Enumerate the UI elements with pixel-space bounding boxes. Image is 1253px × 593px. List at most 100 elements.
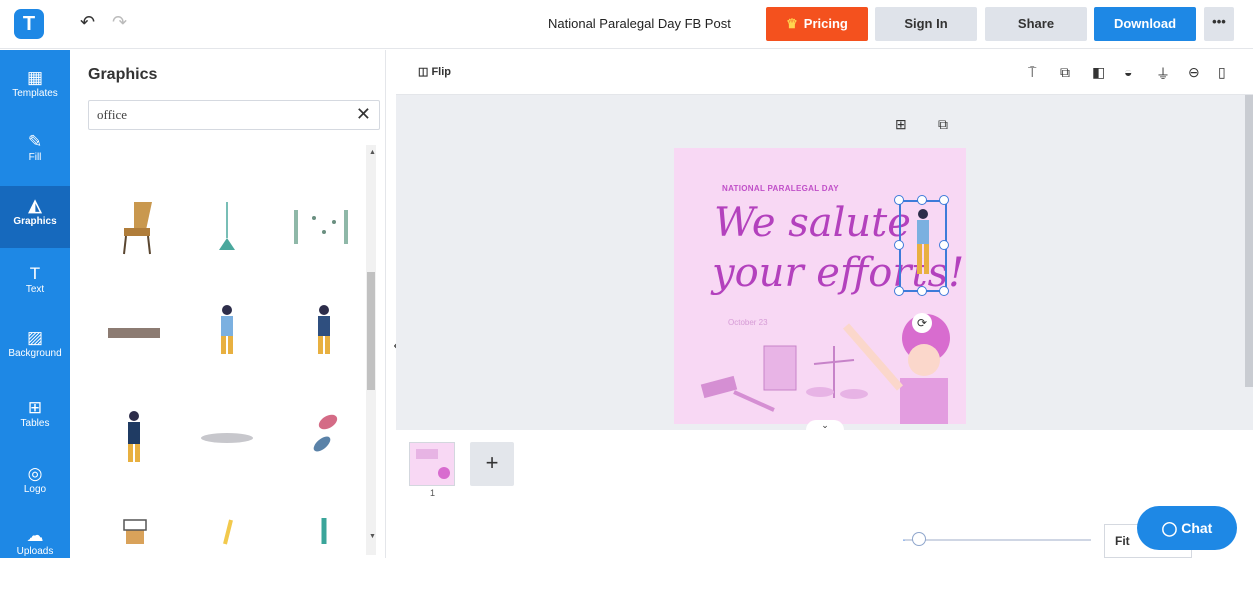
woman-face <box>908 344 940 376</box>
sidebar-item-logo[interactable]: ◎ Logo <box>0 454 70 516</box>
resize-handle-bottom-right[interactable] <box>939 286 949 296</box>
rotate-handle[interactable]: ⟳ <box>912 313 932 333</box>
person-icon <box>221 305 233 354</box>
shelf-icon <box>294 210 348 244</box>
resize-handle-bottom-left[interactable] <box>894 286 904 296</box>
link-icon[interactable]: ⊖ <box>1188 64 1200 81</box>
opacity-icon[interactable]: ◒ <box>1124 64 1132 80</box>
delete-icon[interactable]: ▯ <box>1218 64 1226 81</box>
graphic-wooden-plank[interactable] <box>94 294 174 374</box>
scale-pan-right <box>840 389 868 399</box>
chat-label: Chat <box>1181 520 1213 536</box>
resize-handle-top[interactable] <box>917 195 927 205</box>
chat-button[interactable]: ◯ Chat <box>1137 506 1237 550</box>
woman-shirt <box>900 378 948 424</box>
app-logo[interactable]: T <box>14 9 44 39</box>
graphic-pen[interactable] <box>284 508 364 588</box>
left-sidebar: ▦ Templates ✎ Fill ◭ Graphics T Text ▨ Backgr… <box>0 50 70 558</box>
search-box: ✕ <box>88 100 380 130</box>
graphics-icon: ◭ <box>28 196 42 215</box>
share-button[interactable]: Share <box>985 7 1087 41</box>
templates-icon: ▦ <box>26 68 44 87</box>
text-icon: T <box>29 264 41 283</box>
fit-label: Fit <box>1115 534 1130 548</box>
flip-label: Flip <box>431 66 452 78</box>
leaves-icon <box>313 414 338 452</box>
chat-bubble-icon: ◯ <box>1161 520 1182 536</box>
flip-button[interactable]: ◫ Flip <box>418 65 451 78</box>
thumbnail-preview <box>416 449 450 479</box>
graphic-office-worker-standing[interactable] <box>94 402 174 482</box>
sidebar-item-label: Tables <box>20 418 50 429</box>
binder-clip-icon <box>123 519 147 544</box>
chair-icon <box>123 202 152 255</box>
page-number: 1 <box>430 488 436 498</box>
zoom-slider[interactable] <box>905 539 1091 541</box>
add-page-button[interactable]: + <box>470 442 514 486</box>
sidebar-item-tables[interactable]: ⊞ Tables <box>0 388 70 450</box>
plank-icon <box>108 328 160 338</box>
sidebar-item-label: Templates <box>12 88 58 99</box>
crown-icon: ♛ <box>786 16 798 31</box>
graphic-floor-lamp[interactable] <box>187 188 267 268</box>
sidebar-item-graphics[interactable]: ◭ Graphics <box>0 186 70 248</box>
panel-title: Graphics <box>88 66 158 83</box>
gavel-handle <box>733 390 775 412</box>
more-options-button[interactable]: ••• <box>1204 7 1234 41</box>
lamp-icon <box>219 202 235 250</box>
tables-icon: ⊞ <box>27 398 43 417</box>
graphic-wall-shelf[interactable] <box>284 188 364 268</box>
sidebar-item-label: Fill <box>28 152 42 163</box>
scrollbar-thumb[interactable] <box>367 272 375 390</box>
add-element-icon[interactable]: ⊞ <box>895 116 907 133</box>
graphic-pencil[interactable] <box>187 508 267 588</box>
page-thumbnail[interactable] <box>409 442 455 486</box>
sign-in-button[interactable]: Sign In <box>875 7 977 41</box>
resize-handle-left[interactable] <box>894 240 904 250</box>
graphic-grey-shadow[interactable] <box>187 402 267 482</box>
layers-icon[interactable]: ◧ <box>1092 64 1105 81</box>
graphic-office-worker-holding-file[interactable] <box>284 294 364 374</box>
scroll-up-icon[interactable]: ▲ <box>369 149 376 156</box>
collapse-pages-button[interactable]: ⌄ <box>806 420 844 434</box>
resize-handle-top-left[interactable] <box>894 195 904 205</box>
undo-icon[interactable]: ↶ <box>80 12 95 33</box>
woman-raised-arm <box>842 323 904 391</box>
upload-icon: ☁ <box>26 526 44 545</box>
sidebar-item-label: Graphics <box>13 216 57 227</box>
resize-handle-right[interactable] <box>939 240 949 250</box>
close-icon[interactable]: ✕ <box>356 104 371 125</box>
scale-pan-left <box>806 387 834 397</box>
pencil-icon <box>223 519 233 545</box>
search-input[interactable] <box>89 101 329 129</box>
duplicate-icon[interactable]: ⧉ <box>1060 64 1070 81</box>
graphic-desk-chair[interactable] <box>94 188 174 268</box>
scroll-down-icon[interactable]: ▼ <box>369 533 376 540</box>
resize-handle-bottom[interactable] <box>917 286 927 296</box>
editor-toolbar: ◫ Flip ⍑ ⧉ ◧ ◒ ⏚ ⊖ ▯ <box>396 50 1253 95</box>
graphic-pink-blue-leaves[interactable] <box>284 402 364 482</box>
sidebar-item-templates[interactable]: ▦ Templates <box>0 58 70 120</box>
pricing-button[interactable]: ♛ Pricing <box>766 7 868 41</box>
graphic-office-worker-walking[interactable] <box>187 294 267 374</box>
redo-icon[interactable]: ↷ <box>112 12 127 33</box>
graphic-binder-clip[interactable] <box>94 508 174 588</box>
sidebar-item-uploads[interactable]: ☁ Uploads <box>0 516 70 578</box>
zoom-slider-handle[interactable] <box>912 532 926 546</box>
download-button[interactable]: Download <box>1094 7 1196 41</box>
logo-icon: ◎ <box>27 464 43 483</box>
sidebar-item-label: Text <box>25 284 45 295</box>
document-title[interactable]: National Paralegal Day FB Post <box>548 16 731 31</box>
sidebar-item-background[interactable]: ▨ Background <box>0 318 70 380</box>
duplicate-page-icon[interactable]: ⧉ <box>938 116 948 133</box>
paint-roller-icon[interactable]: ⍑ <box>1028 64 1036 81</box>
graphics-panel: Graphics ✕ ▲ ▼ <box>70 50 386 558</box>
person-icon <box>128 411 140 462</box>
align-icon[interactable]: ⏚ <box>1156 64 1170 84</box>
sidebar-item-text[interactable]: T Text <box>0 254 70 316</box>
person-icon <box>318 305 330 354</box>
background-icon: ▨ <box>26 328 44 347</box>
workspace-scrollbar[interactable] <box>1245 95 1253 387</box>
resize-handle-top-right[interactable] <box>939 195 949 205</box>
sidebar-item-fill[interactable]: ✎ Fill <box>0 122 70 184</box>
